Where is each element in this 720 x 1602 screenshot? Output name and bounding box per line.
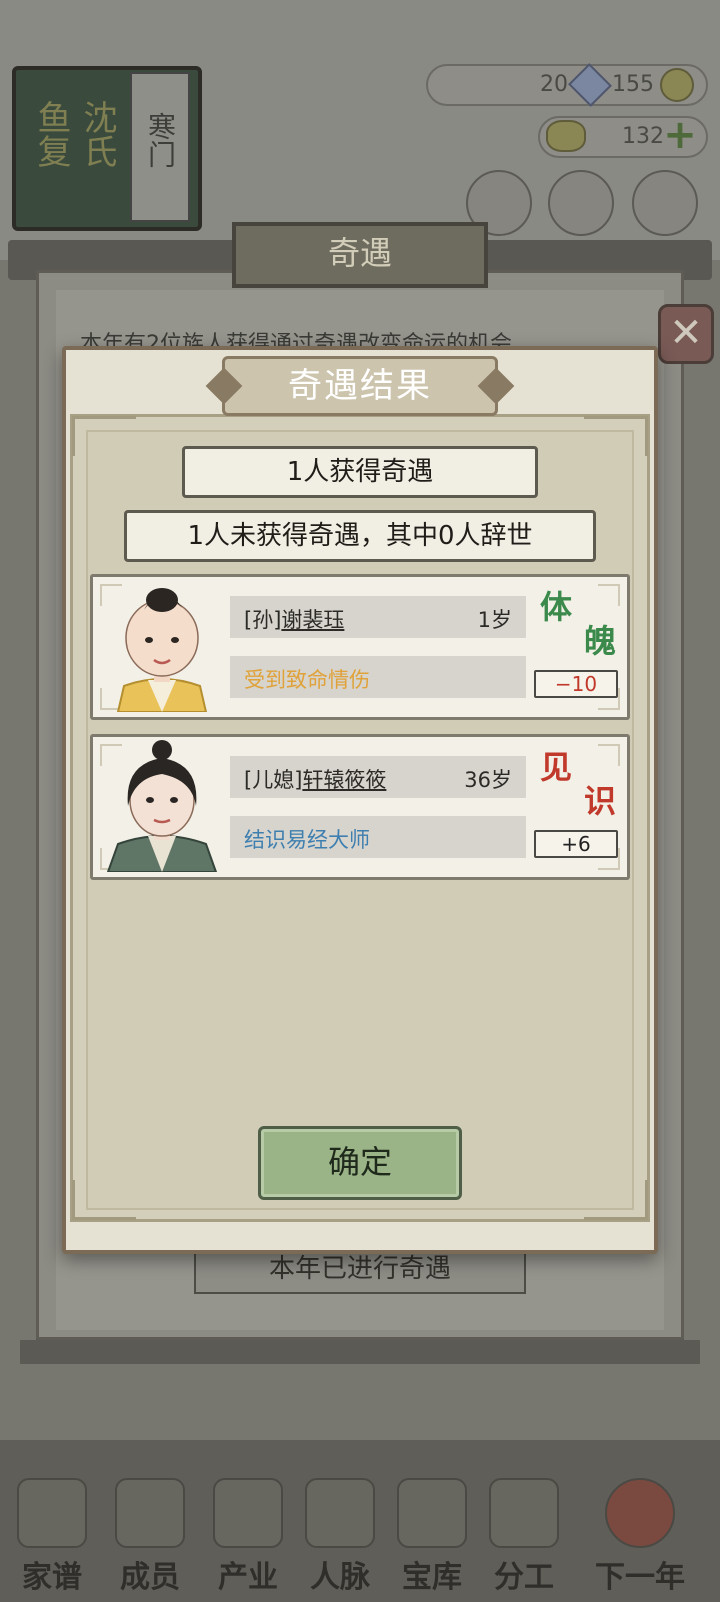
lantern-icon — [605, 1478, 675, 1548]
stat-label: 体 魄 — [540, 590, 616, 668]
nav-label: 宝库 — [402, 1560, 462, 1595]
nav-label: 产业 — [218, 1560, 278, 1595]
member-relation: [孙] — [244, 608, 282, 632]
stat-label: 见 识 — [540, 750, 616, 828]
encounter-panel-title: 奇遇 — [327, 234, 392, 272]
property-icon — [213, 1478, 283, 1548]
confirm-button-label[interactable]: 确定 — [258, 1126, 462, 1200]
connections-icon — [305, 1478, 375, 1548]
silver-count: 20 — [540, 72, 568, 97]
close-icon: ✕ — [669, 310, 703, 356]
frame-corner — [584, 416, 648, 456]
stat-char-1: 见 — [540, 748, 573, 786]
members-icon — [115, 1478, 185, 1548]
treasury-icon — [397, 1478, 467, 1548]
member-age: 36岁 — [464, 768, 512, 792]
nav-label: 家谱 — [22, 1560, 82, 1595]
calligraphy-icon[interactable] — [548, 170, 614, 236]
nav-label: 成员 — [120, 1560, 180, 1595]
member-name-link[interactable]: 轩辕筱筱 — [302, 768, 386, 792]
summary-not-gained: 1人未获得奇遇，其中0人辞世 — [124, 510, 596, 562]
member-relation: [儿媳] — [244, 768, 303, 792]
nav-family-tree[interactable]: 家谱 — [6, 1478, 98, 1595]
stat-char-1: 体 — [540, 588, 573, 626]
avatar-child — [116, 588, 208, 712]
nav-treasury[interactable]: 宝库 — [386, 1478, 478, 1595]
frame-corner — [72, 416, 136, 456]
stat-char-2: 魄 — [583, 622, 616, 660]
gold-count: 132 — [622, 124, 664, 149]
nav-label: 下一年 — [595, 1560, 685, 1595]
globe-icon[interactable] — [632, 170, 698, 236]
assignments-icon — [489, 1478, 559, 1548]
nav-next-year[interactable]: 下一年 — [570, 1478, 710, 1595]
stat-delta: +6 — [534, 830, 618, 858]
member-age: 1岁 — [477, 608, 512, 632]
coin-icon — [660, 68, 694, 102]
summary-gained: 1人获得奇遇 — [182, 446, 538, 498]
nav-label: 人脉 — [310, 1560, 370, 1595]
gold-ingot-icon — [546, 120, 586, 152]
member-name[interactable]: [孙]谢裴珏 — [244, 604, 344, 634]
add-gold-icon[interactable]: + — [662, 115, 698, 155]
clan-book-title-left: 鱼复 — [31, 100, 71, 168]
nav-property[interactable]: 产业 — [202, 1478, 294, 1595]
stat-char-2: 识 — [583, 782, 616, 820]
member-name-link[interactable]: 谢裴珏 — [281, 608, 344, 632]
close-button[interactable]: ✕ — [658, 304, 714, 364]
family-tree-icon — [17, 1478, 87, 1548]
ingot-count: 155 — [612, 72, 654, 97]
nav-assignments[interactable]: 分工 — [478, 1478, 570, 1595]
panel-base — [20, 1340, 700, 1364]
encounter-event: 结识易经大师 — [244, 828, 370, 852]
clan-book-title-right: 沈氏 — [77, 100, 117, 168]
dialog-title: 奇遇结果 — [288, 366, 432, 406]
clan-book-spine-label: 寒门 — [144, 112, 177, 168]
avatar-woman — [106, 740, 218, 872]
nav-members[interactable]: 成员 — [104, 1478, 196, 1595]
frame-corner — [584, 1180, 648, 1220]
nav-connections[interactable]: 人脉 — [294, 1478, 386, 1595]
member-name[interactable]: [儿媳]轩辕筱筱 — [244, 764, 386, 794]
stat-delta: −10 — [534, 670, 618, 698]
frame-corner — [72, 1180, 136, 1220]
encounter-event: 受到致命情伤 — [244, 668, 370, 692]
nav-label: 分工 — [494, 1560, 554, 1595]
